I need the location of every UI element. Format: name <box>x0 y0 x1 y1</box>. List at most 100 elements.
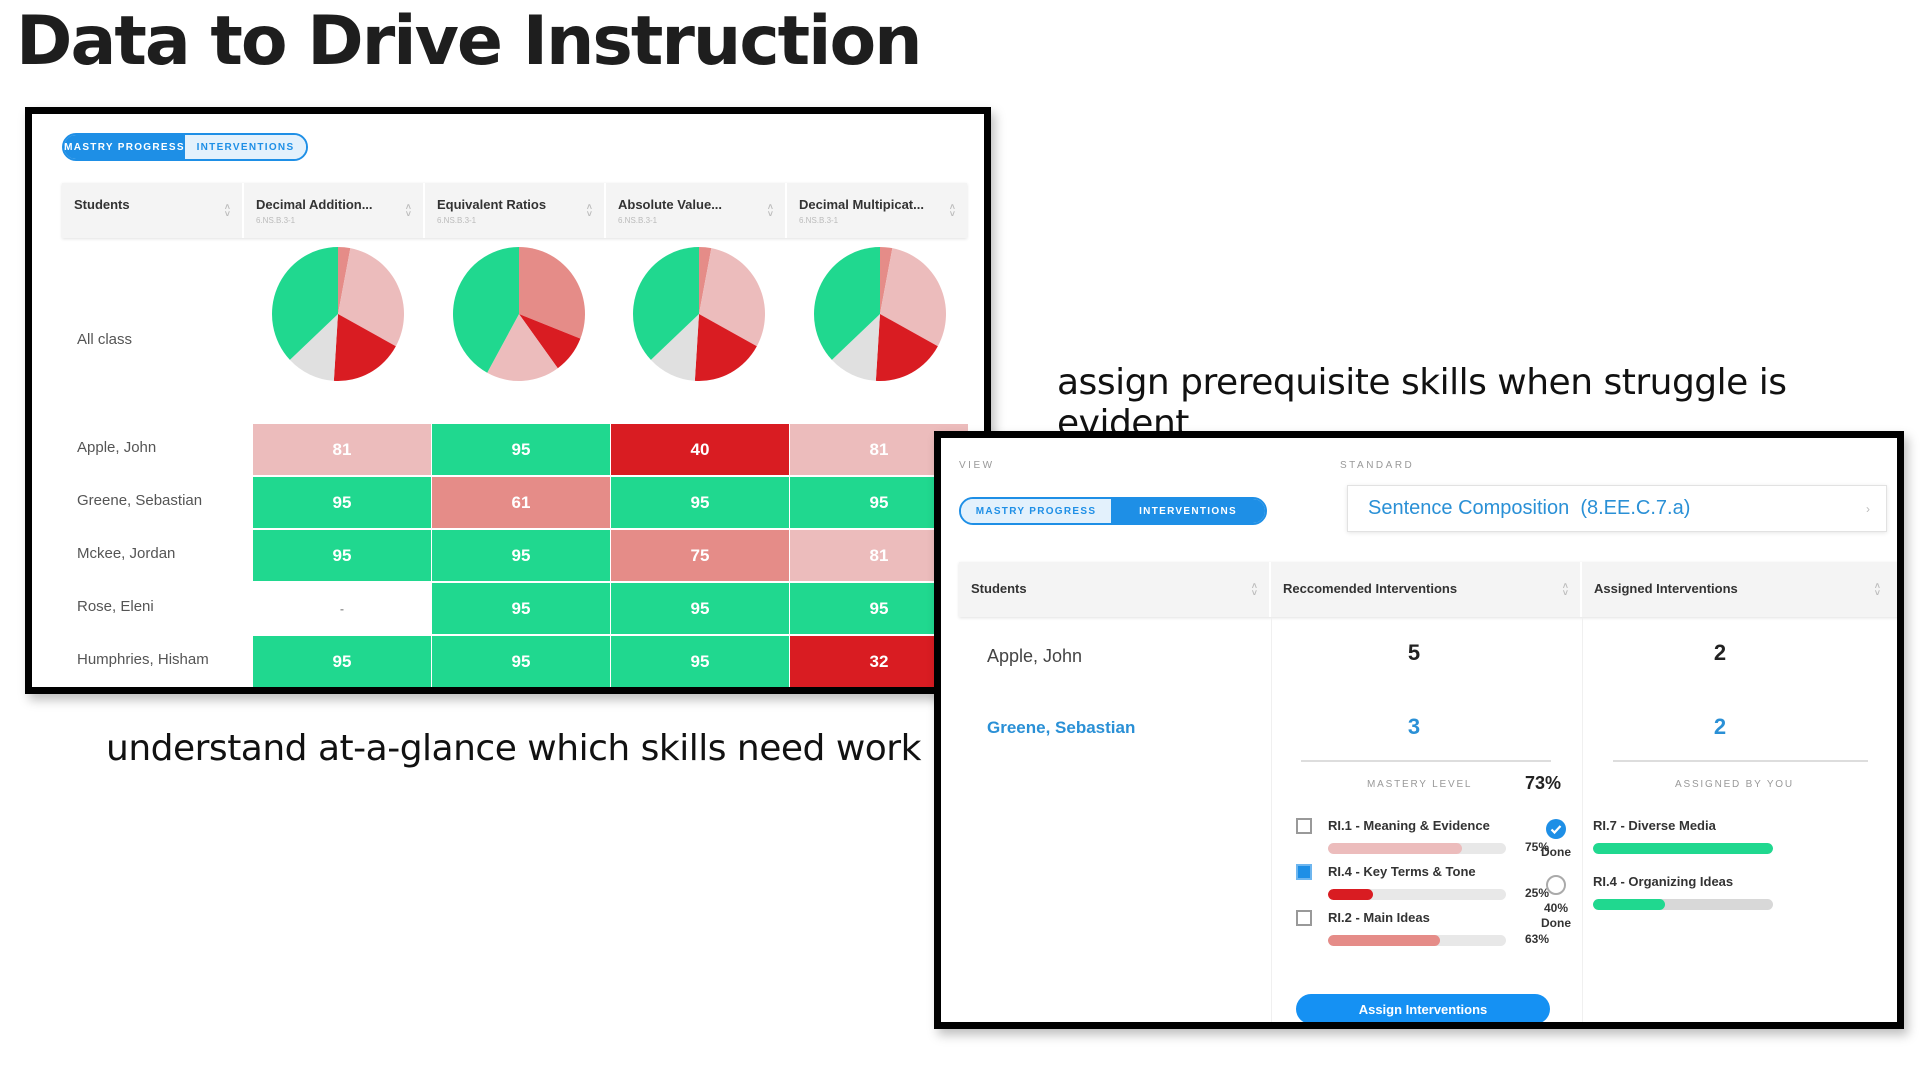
done-check-icon <box>1546 819 1566 839</box>
view-toggle: MASTRY PROGRESS INTERVENTIONS <box>959 497 1267 525</box>
column-sub: 6.NS.B.3-1 <box>799 216 839 225</box>
progress-fill <box>1593 899 1665 910</box>
pending-circle-icon <box>1546 875 1566 895</box>
progress-bar <box>1328 889 1506 900</box>
caption-left: understand at-a-glance which skills need… <box>106 728 921 769</box>
tab-mastry-progress[interactable]: MASTRY PROGRESS <box>64 135 185 159</box>
column-divider <box>1582 618 1583 1022</box>
column-label: Students <box>74 197 130 212</box>
score-cell[interactable]: 95 <box>431 423 611 476</box>
column-header-students[interactable]: Students ˄ ˅ <box>959 562 1271 617</box>
item-checkbox[interactable] <box>1296 818 1312 834</box>
item-checkbox[interactable] <box>1296 864 1312 880</box>
sort-icon[interactable]: ˄ ˅ <box>950 202 955 218</box>
student-name: Humphries, Hisham <box>77 651 209 668</box>
chevron-right-icon: › <box>1866 501 1870 516</box>
view-label: VIEW <box>959 460 995 471</box>
score-cell[interactable]: 95 <box>431 529 611 582</box>
tab-interventions[interactable]: INTERVENTIONS <box>185 135 306 159</box>
item-checkbox[interactable] <box>1296 910 1312 926</box>
score-cell[interactable]: 95 <box>610 476 790 529</box>
divider <box>1301 760 1551 762</box>
column-header-skill[interactable]: Equivalent Ratios 6.NS.B.3-1 ˄ ˅ <box>425 183 606 238</box>
sort-icon[interactable]: ˄ ˅ <box>225 202 230 218</box>
column-header-students[interactable]: Students ˄ ˅ <box>62 183 244 238</box>
student-name: Rose, Eleni <box>77 598 154 615</box>
item-title: RI.1 - Meaning & Evidence <box>1328 818 1490 833</box>
column-label: Equivalent Ratios <box>437 197 547 212</box>
column-label: Decimal Multipicat... <box>799 197 924 212</box>
status-pct: 40% <box>1543 901 1569 915</box>
assigned-count[interactable]: 2 <box>1700 640 1740 666</box>
mastery-level-label: MASTERY LEVEL <box>1367 779 1473 790</box>
column-header-skill[interactable]: Decimal Multipicat... 6.NS.B.3-1 ˄ ˅ <box>787 183 967 238</box>
table-header: Students ˄ ˅ Reccomended Interventions ˄ ˅ A… <box>959 562 1897 617</box>
score-cell[interactable]: 95 <box>252 635 432 687</box>
slide-title: Data to Drive Instruction <box>16 2 923 81</box>
column-label: Reccomended Interventions <box>1283 581 1458 596</box>
view-toggle: MASTRY PROGRESS INTERVENTIONS <box>62 133 308 161</box>
sort-icon[interactable]: ˄ ˅ <box>587 202 592 218</box>
item-title: RI.7 - Diverse Media <box>1593 818 1716 833</box>
score-cell[interactable]: 40 <box>610 423 790 476</box>
interventions-panel: VIEW STANDARD MASTRY PROGRESS INTERVENTI… <box>934 431 1904 1029</box>
status-label: Done <box>1541 845 1571 859</box>
status-word: Done <box>1541 916 1571 930</box>
score-cell[interactable]: 95 <box>252 476 432 529</box>
mastery-progress-panel: MASTRY PROGRESS INTERVENTIONS Students ˄ ˅… <box>25 107 991 694</box>
student-name: Greene, Sebastian <box>77 492 203 509</box>
column-header-recommended[interactable]: Reccomended Interventions ˄ ˅ <box>1271 562 1582 617</box>
item-title: RI.2 - Main Ideas <box>1328 910 1430 925</box>
recommended-count[interactable]: 3 <box>1394 714 1434 740</box>
column-divider <box>1271 618 1272 1022</box>
assigned-count[interactable]: 2 <box>1700 714 1740 740</box>
column-header-skill[interactable]: Absolute Value... 6.NS.B.3-1 ˄ ˅ <box>606 183 787 238</box>
score-cell[interactable]: - <box>252 582 432 635</box>
column-sub: 6.NS.B.3-1 <box>256 216 296 225</box>
score-cell[interactable]: 95 <box>610 582 790 635</box>
table-header: Students ˄ ˅ Decimal Addition... 6.NS.B.3-1… <box>62 183 967 238</box>
assigned-by-you-label: ASSIGNED BY YOU <box>1675 779 1794 790</box>
standard-select[interactable]: Sentence Composition (8.EE.C.7.a) › <box>1347 485 1887 532</box>
pie-chart[interactable] <box>633 247 765 381</box>
sort-icon[interactable]: ˄ ˅ <box>1252 581 1257 597</box>
student-name: Mckee, Jordan <box>77 545 176 562</box>
column-sub: 6.NS.B.3-1 <box>437 216 477 225</box>
progress-bar <box>1328 843 1506 854</box>
sort-icon[interactable]: ˄ ˅ <box>1563 581 1568 597</box>
student-name: Greene, Sebastian <box>987 718 1136 737</box>
sort-icon[interactable]: ˄ ˅ <box>768 202 773 218</box>
pie-chart[interactable] <box>814 247 946 381</box>
item-pct: 63% <box>1525 932 1550 946</box>
recommended-count[interactable]: 5 <box>1394 640 1434 666</box>
progress-fill <box>1328 843 1462 854</box>
item-title: RI.4 - Key Terms & Tone <box>1328 864 1476 879</box>
progress-fill <box>1593 843 1773 854</box>
sort-icon[interactable]: ˄ ˅ <box>406 202 411 218</box>
column-label: Assigned Interventions <box>1594 581 1738 596</box>
score-cell[interactable]: 95 <box>431 635 611 687</box>
student-name: Apple, John <box>77 439 157 456</box>
score-cell[interactable]: 95 <box>610 635 790 687</box>
standard-label: STANDARD <box>1340 460 1415 471</box>
score-cell[interactable]: 75 <box>610 529 790 582</box>
standard-value: Sentence Composition (8.EE.C.7.a) <box>1368 497 1691 519</box>
tab-interventions[interactable]: INTERVENTIONS <box>1111 499 1265 523</box>
divider <box>1613 760 1868 762</box>
score-cell[interactable]: 81 <box>252 423 432 476</box>
progress-fill <box>1328 935 1441 946</box>
column-header-assigned[interactable]: Assigned Interventions ˄ ˅ <box>1582 562 1892 617</box>
column-label: Absolute Value... <box>618 197 723 212</box>
tab-mastry-progress[interactable]: MASTRY PROGRESS <box>961 499 1112 523</box>
assign-interventions-button[interactable]: Assign Interventions <box>1296 994 1550 1022</box>
score-cell[interactable]: 95 <box>252 529 432 582</box>
pie-chart[interactable] <box>452 247 585 381</box>
pie-charts <box>271 247 946 381</box>
pie-chart[interactable] <box>271 247 404 381</box>
column-header-skill[interactable]: Decimal Addition... 6.NS.B.3-1 ˄ ˅ <box>244 183 425 238</box>
score-cell[interactable]: 61 <box>431 476 611 529</box>
score-cell[interactable]: 95 <box>431 582 611 635</box>
student-name: Apple, John <box>987 646 1083 666</box>
progress-fill <box>1328 889 1373 900</box>
sort-icon[interactable]: ˄ ˅ <box>1875 581 1880 597</box>
